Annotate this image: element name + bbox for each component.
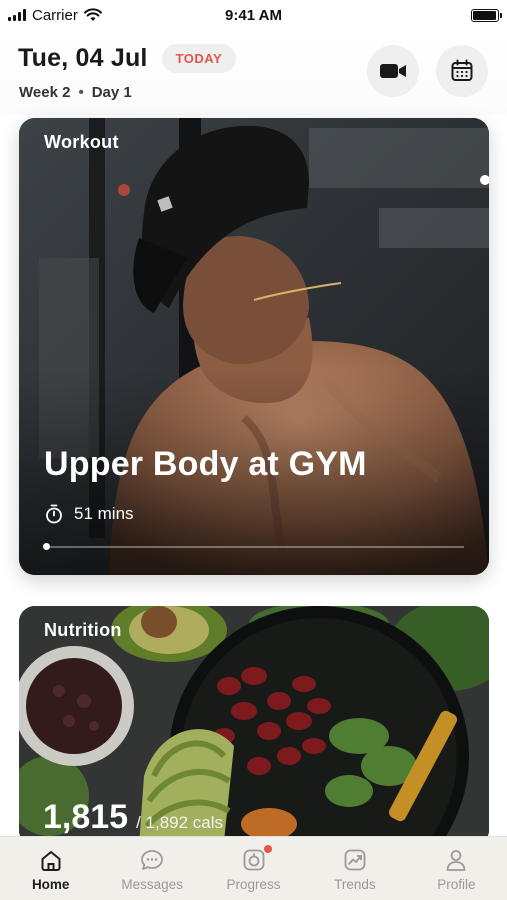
week-day-info: Week 2 • Day 1	[19, 84, 132, 101]
today-badge[interactable]: TODAY	[161, 44, 237, 73]
tab-bar: Home Messages Progress Trends Profile	[0, 836, 507, 900]
tab-messages-label: Messages	[121, 877, 183, 892]
progress-knob[interactable]	[43, 543, 50, 550]
calendar-icon	[451, 59, 473, 81]
header: Tue, 04 Jul TODAY Week 2 • Day 1	[0, 30, 507, 115]
tab-progress[interactable]: Progress	[203, 837, 304, 900]
tab-trends[interactable]: Trends	[304, 837, 405, 900]
workout-title: Upper Body at GYM	[44, 445, 367, 483]
signal-icon	[8, 9, 26, 21]
person-icon	[446, 850, 466, 871]
tab-profile[interactable]: Profile	[406, 837, 507, 900]
stopwatch-icon	[46, 504, 62, 524]
tab-home-label: Home	[31, 877, 70, 892]
calories-consumed: 1,815	[43, 798, 129, 836]
progress-icon	[243, 849, 264, 871]
tab-profile-label: Profile	[437, 877, 476, 892]
workout-progress-bar[interactable]	[43, 543, 464, 550]
carrier-label: Carrier	[32, 6, 78, 24]
status-bar: Carrier 9:41 AM	[0, 0, 507, 30]
separator-dot: •	[78, 84, 84, 101]
tab-trends-label: Trends	[334, 877, 376, 892]
chat-bubble-icon	[141, 850, 164, 870]
tab-messages[interactable]: Messages	[101, 837, 202, 900]
video-button[interactable]	[367, 45, 419, 97]
day-label: Day 1	[91, 84, 132, 101]
nutrition-label: Nutrition	[44, 620, 122, 640]
workout-card[interactable]: Workout Upper Body at GYM 51 mins	[19, 118, 489, 575]
date-title: Tue, 04 Jul	[18, 44, 148, 72]
calories-goal: / 1,892 cals	[136, 813, 224, 832]
video-camera-icon	[380, 64, 406, 78]
trend-chart-icon	[344, 849, 366, 871]
nutrition-card[interactable]: Nutrition 1,815 / 1,892 cals	[19, 606, 489, 846]
workout-duration: 51 mins	[44, 504, 134, 524]
duration-text: 51 mins	[74, 504, 134, 523]
calendar-button[interactable]	[436, 45, 488, 97]
tab-home[interactable]: Home	[0, 837, 101, 900]
battery-icon	[471, 8, 502, 22]
calorie-summary: 1,815 / 1,892 cals	[43, 798, 223, 837]
week-label: Week 2	[19, 84, 71, 101]
tab-progress-label: Progress	[226, 877, 281, 892]
workout-label: Workout	[44, 132, 119, 152]
home-icon	[41, 851, 61, 871]
wifi-icon	[83, 8, 102, 21]
progress-notification-dot	[263, 845, 272, 853]
